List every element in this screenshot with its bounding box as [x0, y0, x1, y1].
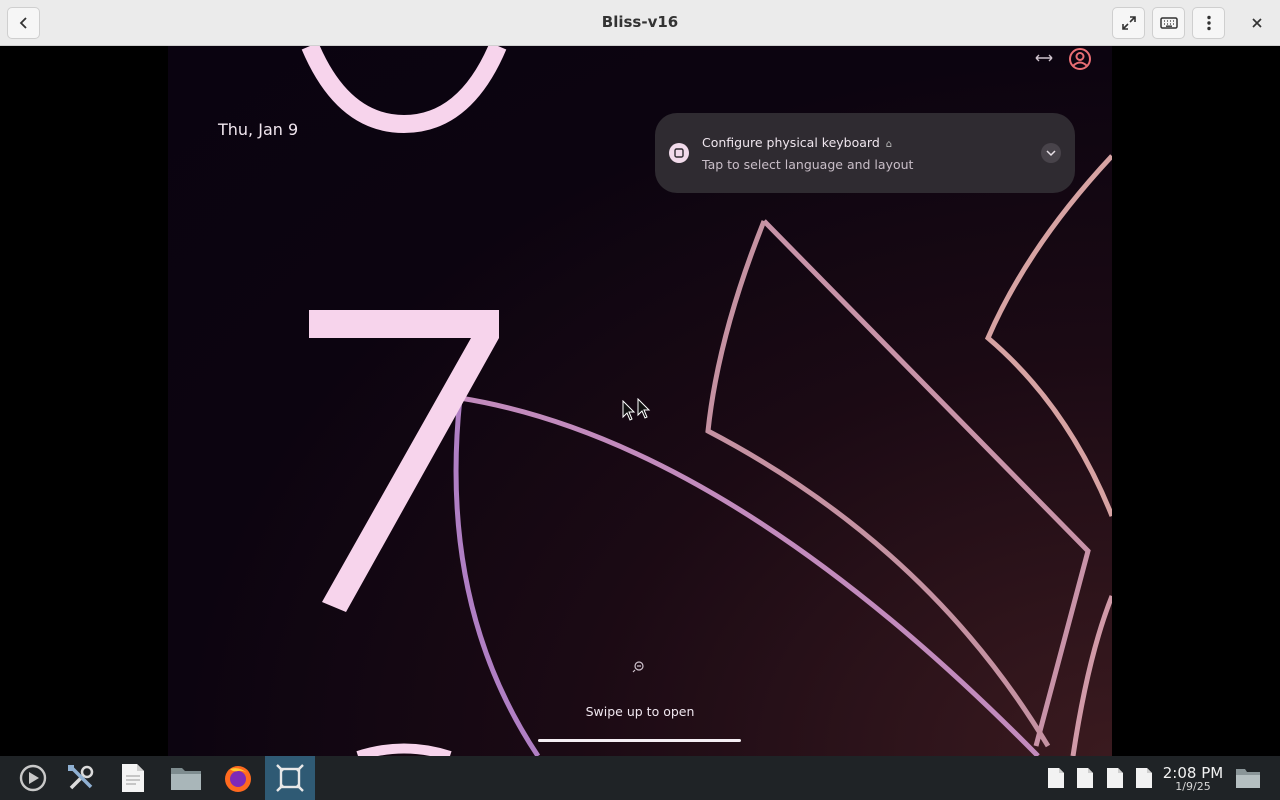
fullscreen-icon: [1121, 16, 1136, 30]
window-titlebar: Bliss-v16: [0, 0, 1280, 46]
document-icon: [1048, 768, 1064, 788]
fingerprint-icon[interactable]: [631, 660, 645, 674]
folder-icon: [1236, 769, 1260, 788]
taskbar-virtual-machine[interactable]: [265, 756, 315, 800]
document-icon: [1136, 768, 1152, 788]
taskbar: 2:08 PM 1/9/25: [0, 756, 1280, 800]
tray-document[interactable]: [1103, 756, 1127, 800]
document-icon: [1107, 768, 1123, 788]
firefox-icon: [225, 766, 251, 792]
taskbar-files[interactable]: [1232, 756, 1264, 800]
vm-display[interactable]: Thu, Jan 9 Configure physical keyboard ⌂ …: [0, 46, 1280, 756]
chevron-down-icon: [1046, 150, 1056, 157]
tools-icon: [68, 765, 94, 790]
menu-button[interactable]: [1192, 7, 1225, 39]
notification-expand-button[interactable]: [1041, 143, 1061, 163]
navigation-handle[interactable]: [538, 739, 741, 742]
vm-icon: [276, 764, 304, 792]
notification-card[interactable]: Configure physical keyboard ⌂ Tap to sele…: [655, 113, 1075, 193]
fullscreen-button[interactable]: [1112, 7, 1145, 39]
document-icon: [122, 764, 144, 792]
taskbar-settings[interactable]: [58, 756, 104, 800]
document-icon: [1077, 768, 1093, 788]
taskbar-app-launcher[interactable]: [10, 756, 56, 800]
taskbar-firefox[interactable]: [214, 756, 262, 800]
notification-text: Tap to select language and layout: [702, 157, 914, 172]
keyboard-button[interactable]: [1152, 7, 1185, 39]
tray-document[interactable]: [1132, 756, 1156, 800]
mouse-cursor-icon: [622, 400, 636, 421]
close-button[interactable]: [1240, 7, 1273, 39]
bell-icon: ⌂: [885, 139, 893, 150]
swap-arrows-icon: [1035, 54, 1053, 62]
swipe-hint: Swipe up to open: [585, 704, 695, 719]
lockscreen-date: Thu, Jan 9: [218, 120, 299, 139]
folder-icon: [171, 768, 201, 790]
user-avatar-icon[interactable]: [1068, 47, 1092, 71]
close-icon: [1251, 18, 1262, 28]
keyboard-settings-icon: [669, 143, 689, 163]
kebab-menu-icon: [1206, 15, 1211, 31]
launcher-icon: [19, 764, 47, 792]
window-title: Bliss-v16: [601, 13, 679, 31]
notification-title: Configure physical keyboard ⌂: [702, 135, 892, 150]
tray-document[interactable]: [1073, 756, 1097, 800]
clock-date[interactable]: 1/9/25: [1160, 780, 1226, 793]
taskbar-text-editor[interactable]: [110, 756, 156, 800]
keyboard-icon: [1159, 17, 1178, 29]
tray-document[interactable]: [1044, 756, 1068, 800]
notification-title-text: Configure physical keyboard: [702, 135, 880, 150]
mouse-cursor-icon: [637, 398, 651, 419]
taskbar-file-manager[interactable]: [162, 756, 210, 800]
